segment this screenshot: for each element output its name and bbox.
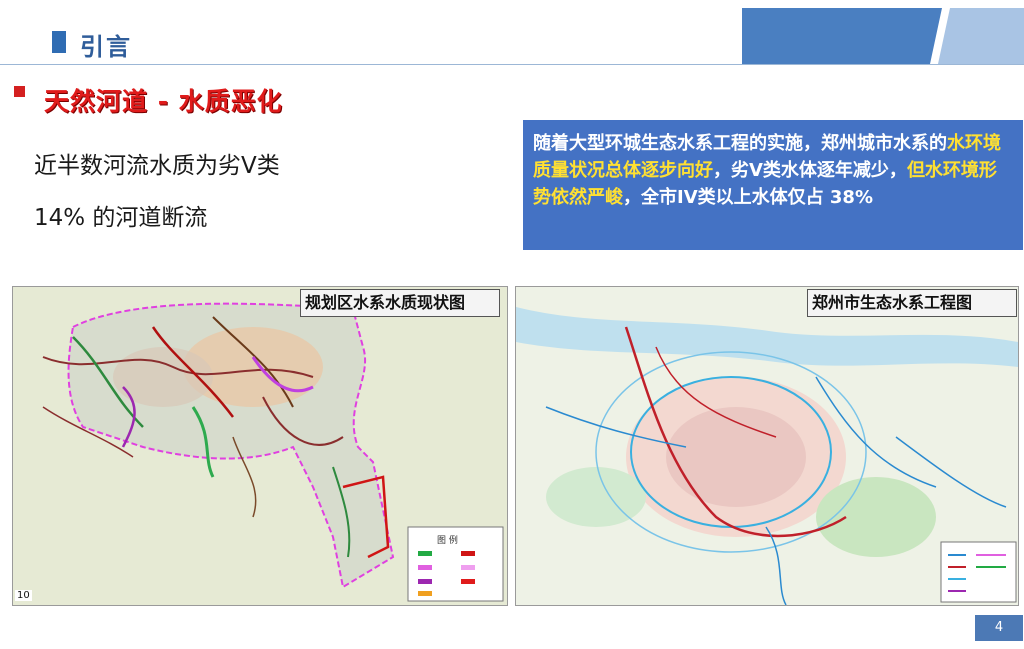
info-text: 随着大型环城生态水系工程的实施，郑州城市水系的 [533, 133, 947, 154]
point-text: 14% 的河道断流 [34, 205, 208, 231]
info-box: 随着大型环城生态水系工程的实施，郑州城市水系的水环境质量状况总体逐步向好，劣Ⅴ类… [523, 120, 1023, 250]
legend-title: 图 例 [437, 536, 458, 546]
header-square-icon [52, 31, 66, 53]
header-divider [0, 64, 1024, 65]
section-title: 天然河道 - 水质恶化 [44, 87, 283, 116]
page-title: 引言 [80, 33, 132, 61]
slide-page-number: 4 [975, 615, 1023, 641]
info-text: ，劣Ⅴ类水体逐年减少， [713, 160, 907, 181]
info-text: ，全市IV类以上水体仅占 38% [623, 187, 873, 208]
header-decoration [742, 8, 1024, 64]
point-text: 近半数河流水质为劣Ⅴ类 [34, 153, 280, 179]
section-bullet-icon [14, 86, 25, 97]
water-quality-map [12, 286, 508, 606]
map-page-number: 10 [15, 590, 32, 601]
right-map-label: 郑州市生态水系工程图 [807, 289, 1017, 317]
left-map-label: 规划区水系水质现状图 [300, 289, 500, 317]
eco-water-system-map [515, 286, 1019, 606]
